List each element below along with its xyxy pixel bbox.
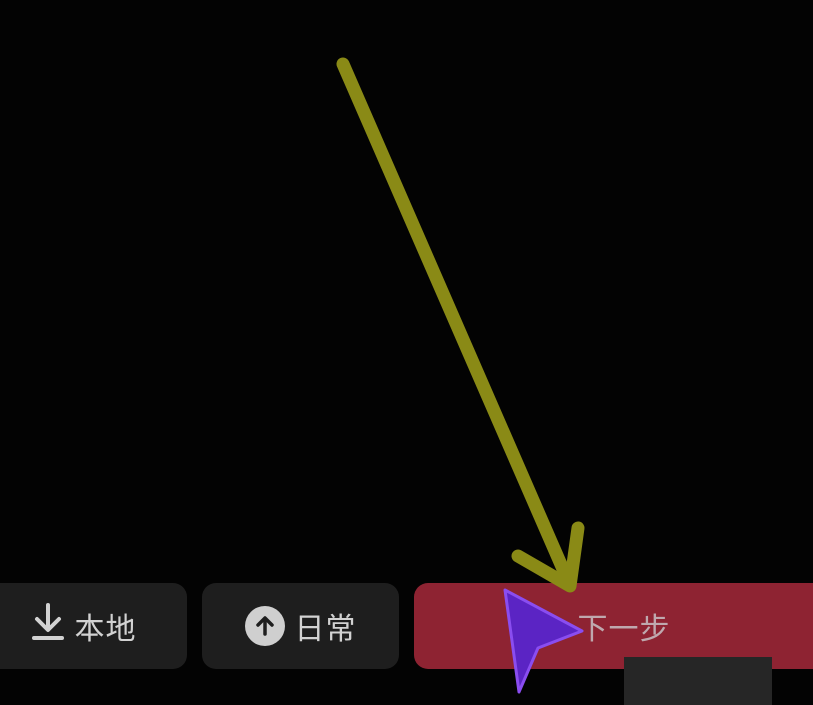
local-button-label: 本地 [74,612,137,647]
local-button[interactable]: 本地 [0,583,187,669]
daily-button[interactable]: 日常 [202,583,399,669]
redaction-block [624,657,772,705]
upload-circle-icon [244,606,285,646]
next-step-label: 下一步 [577,612,671,647]
download-icon [31,603,65,649]
daily-button-label: 日常 [294,612,357,647]
